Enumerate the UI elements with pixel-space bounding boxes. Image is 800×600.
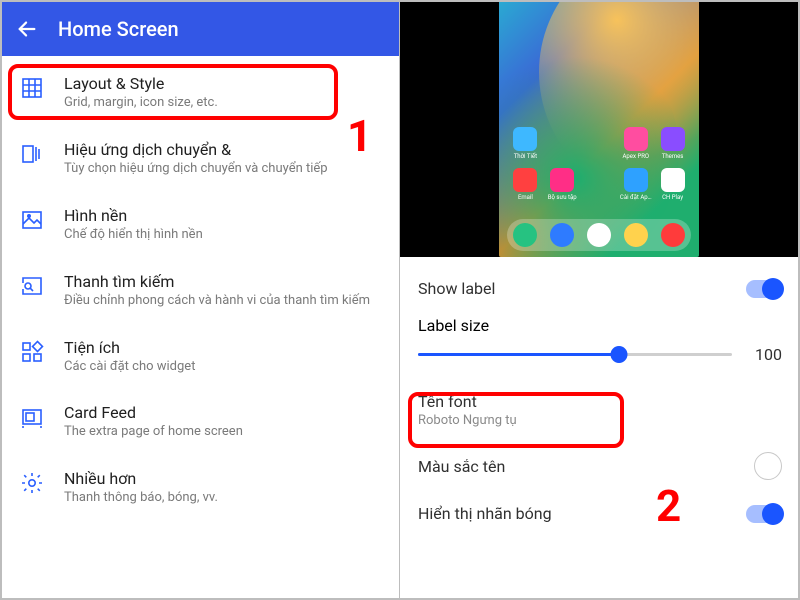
app-bar: Home Screen <box>2 2 399 56</box>
gear-icon <box>20 471 44 495</box>
row-show-label[interactable]: Show label <box>418 267 782 310</box>
transition-icon <box>20 142 44 166</box>
image-icon <box>20 208 44 232</box>
label-size-slider[interactable] <box>418 353 732 356</box>
item-subtitle: Chế độ hiển thị hình nền <box>64 227 385 244</box>
step-badge-2: 2 <box>656 480 681 532</box>
item-wallpaper[interactable]: Hình nền Chế độ hiển thị hình nền <box>2 192 399 258</box>
tutorial-composite: Home Screen Layout & Style Grid, margin, … <box>0 0 800 600</box>
item-title: Hình nền <box>64 206 385 225</box>
item-title: Card Feed <box>64 403 385 422</box>
item-title: Nhiều hơn <box>64 469 385 488</box>
left-panel: Home Screen Layout & Style Grid, margin, … <box>2 2 400 598</box>
item-search-bar[interactable]: Thanh tìm kiếm Điều chỉnh phong cách và h… <box>2 258 399 324</box>
row-label-shadow[interactable]: Hiển thị nhãn bóng <box>418 492 782 535</box>
setting-value: Roboto Ngưng tụ <box>418 413 782 428</box>
item-title: Hiệu ứng dịch chuyển & <box>64 140 385 159</box>
grid-icon <box>20 76 44 100</box>
item-subtitle: Tùy chọn hiệu ứng dịch chuyển và chuyển … <box>64 161 385 178</box>
toggle-show-label[interactable] <box>746 280 782 298</box>
row-name-color[interactable]: Màu sắc tên <box>418 440 782 492</box>
item-subtitle: Điều chỉnh phong cách và hành vi của tha… <box>64 293 385 310</box>
item-card-feed[interactable]: Card Feed The extra page of home screen <box>2 389 399 455</box>
setting-label: Hiển thị nhãn bóng <box>418 504 746 523</box>
item-title: Thanh tìm kiếm <box>64 272 385 291</box>
arrow-left-icon <box>16 18 38 40</box>
setting-label: Show label <box>418 279 746 298</box>
row-label-size: Label size 100 <box>418 310 782 380</box>
label-size-value: 100 <box>732 345 782 364</box>
phone-mock: Thời Tiết Apex PRO Themes Email Bộ sưu t… <box>499 2 699 257</box>
setting-label: Label size <box>418 316 782 335</box>
settings-list: Layout & Style Grid, margin, icon size, e… <box>2 56 399 525</box>
item-title: Layout & Style <box>64 74 385 93</box>
page-title: Home Screen <box>58 17 179 41</box>
setting-label: Màu sắc tên <box>418 457 754 476</box>
item-more[interactable]: Nhiều hơn Thanh thông báo, bóng, vv. <box>2 455 399 521</box>
search-box-icon <box>20 274 44 298</box>
preview-dock <box>507 219 691 251</box>
card-feed-icon <box>20 405 44 429</box>
item-layout-style[interactable]: Layout & Style Grid, margin, icon size, e… <box>2 60 399 126</box>
item-subtitle: Thanh thông báo, bóng, vv. <box>64 490 385 507</box>
item-subtitle: Grid, margin, icon size, etc. <box>64 95 385 112</box>
item-title: Tiện ích <box>64 338 385 357</box>
item-transitions[interactable]: Hiệu ứng dịch chuyển & Tùy chọn hiệu ứng … <box>2 126 399 192</box>
back-button[interactable] <box>14 16 40 42</box>
color-swatch[interactable] <box>754 452 782 480</box>
item-subtitle: Các cài đặt cho widget <box>64 359 385 376</box>
row-font[interactable]: Tên font Roboto Ngưng tụ <box>418 380 782 440</box>
setting-label: Tên font <box>418 392 782 411</box>
toggle-shadow[interactable] <box>746 505 782 523</box>
label-settings: Show label Label size 100 Tên font Robot… <box>400 257 798 598</box>
widget-icon <box>20 340 44 364</box>
home-preview: Thời Tiết Apex PRO Themes Email Bộ sưu t… <box>400 2 798 257</box>
item-subtitle: The extra page of home screen <box>64 424 385 441</box>
preview-app-grid: Thời Tiết Apex PRO Themes Email Bộ sưu t… <box>499 127 699 201</box>
item-widget[interactable]: Tiện ích Các cài đặt cho widget <box>2 324 399 390</box>
right-panel: Thời Tiết Apex PRO Themes Email Bộ sưu t… <box>400 2 798 598</box>
step-badge-1: 1 <box>347 110 372 162</box>
